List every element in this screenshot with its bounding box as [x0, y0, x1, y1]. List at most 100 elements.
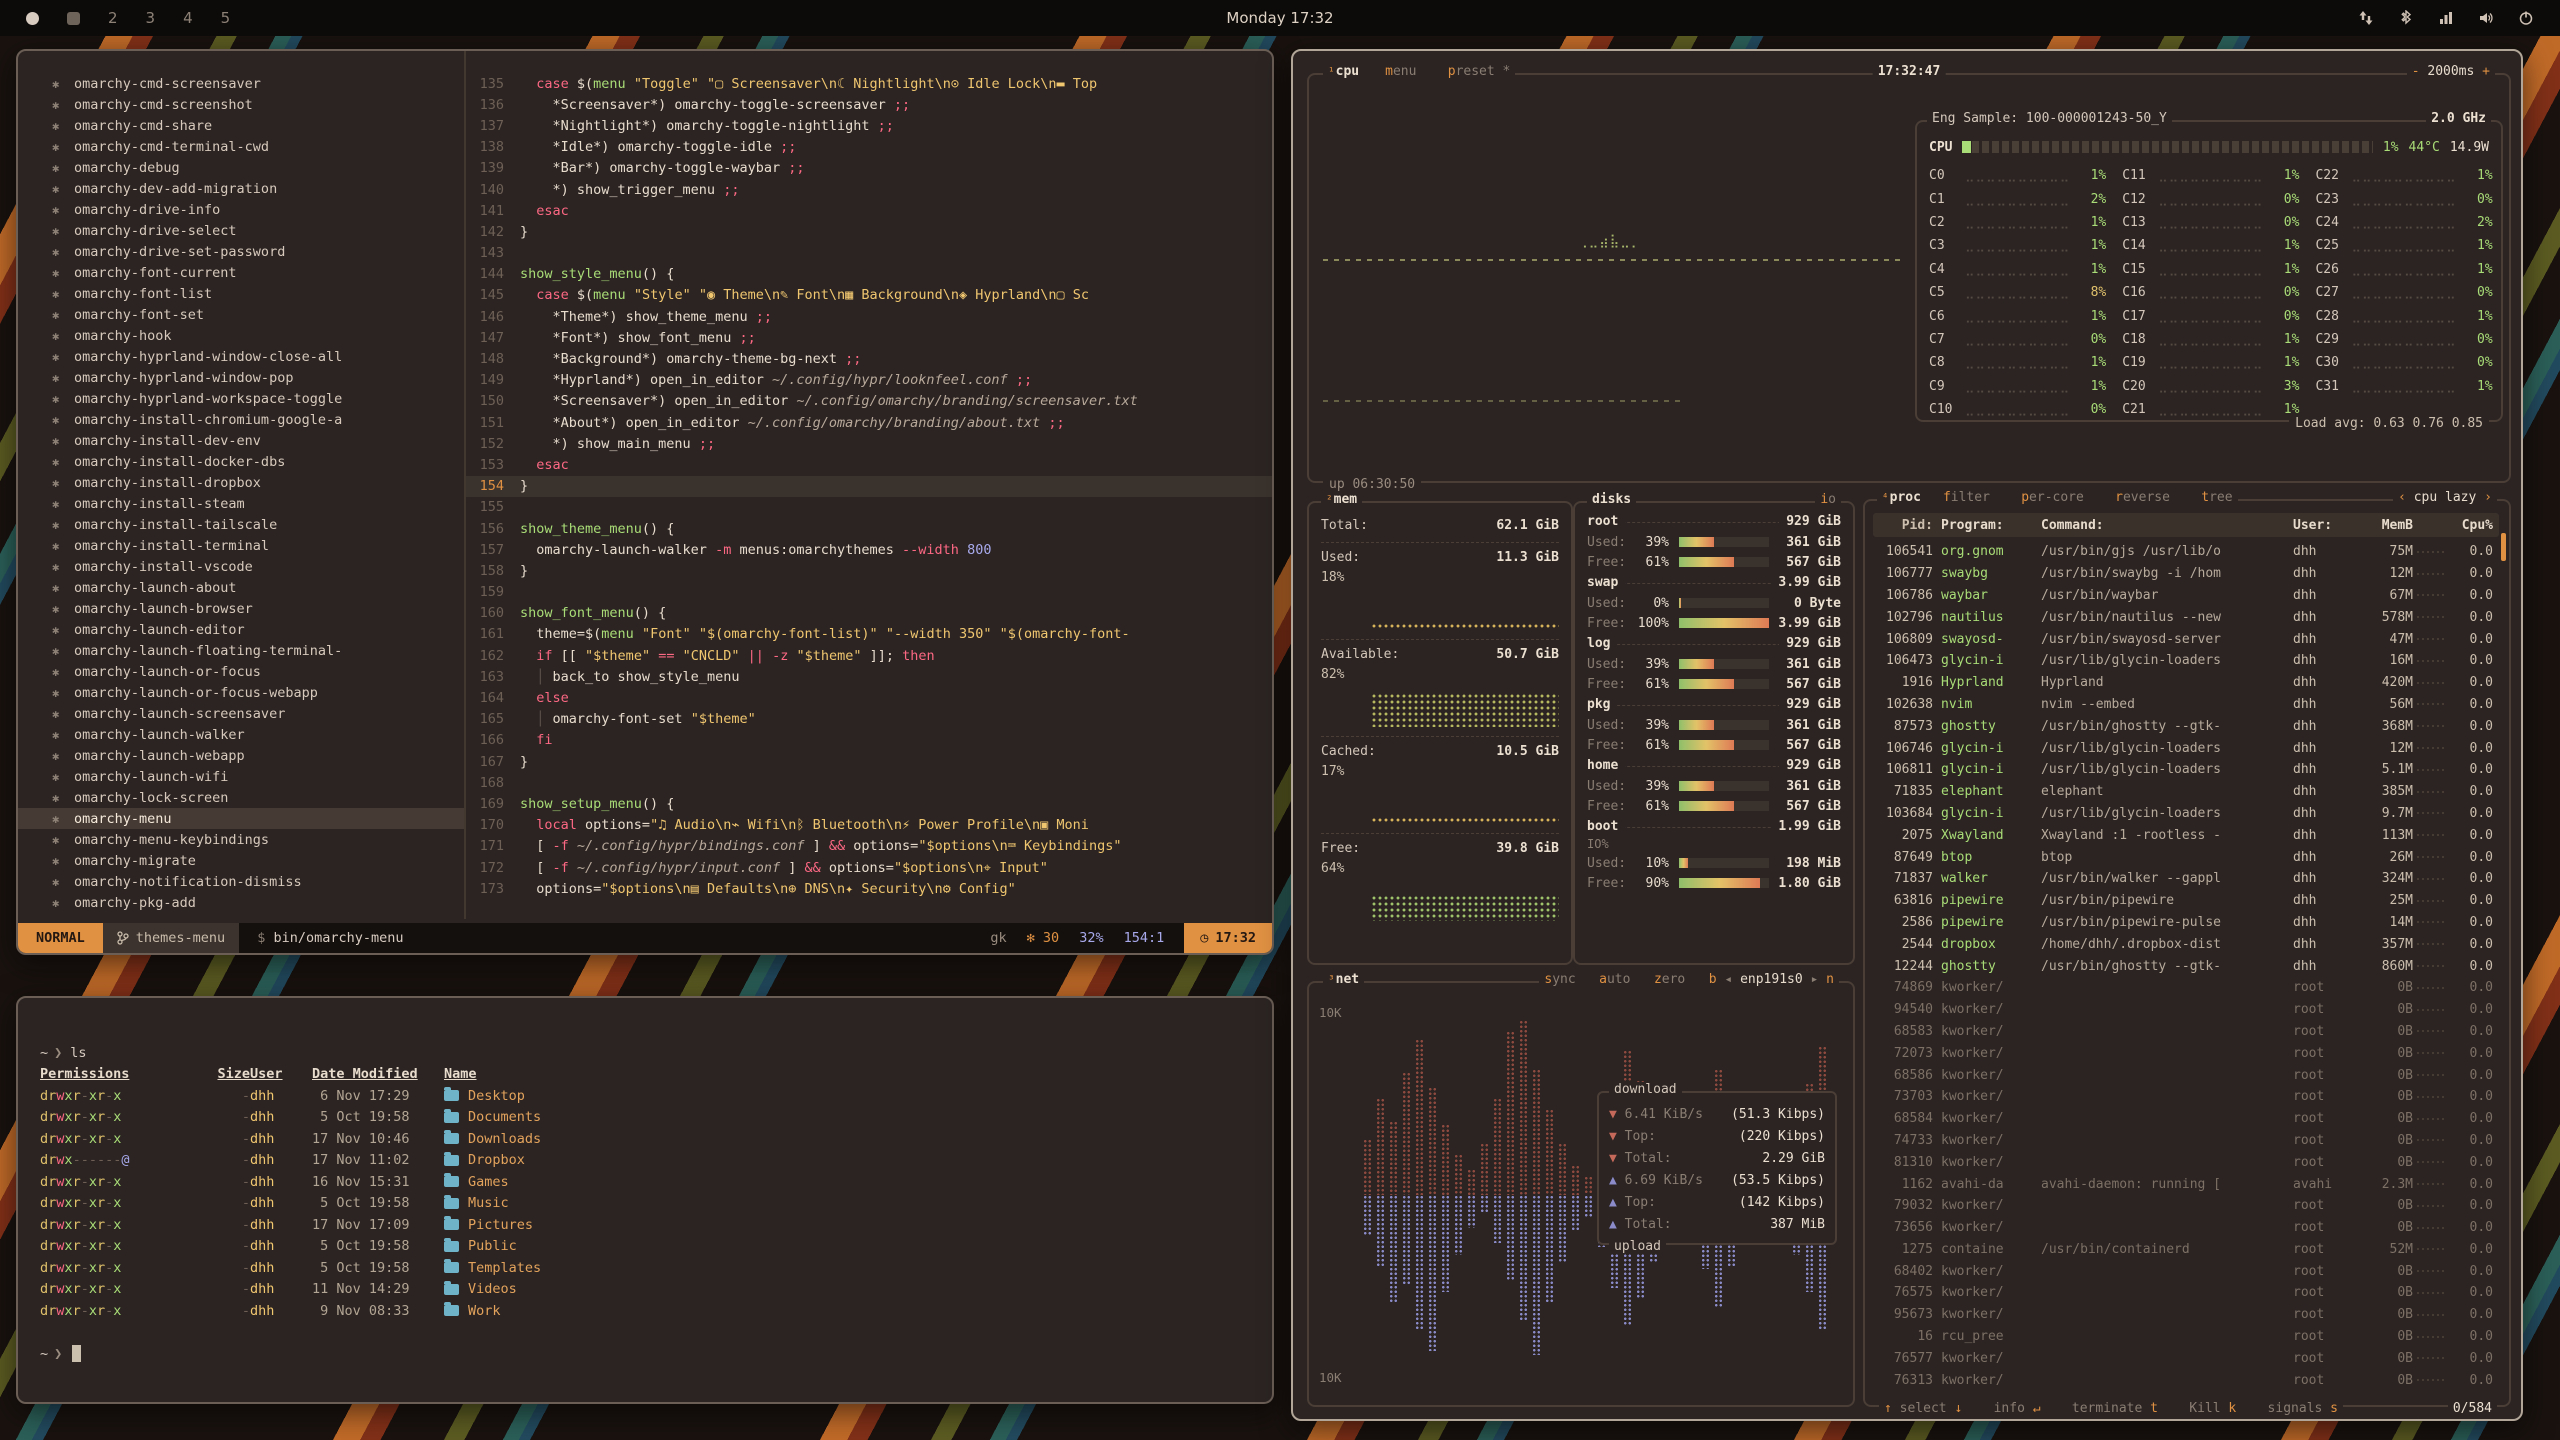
file-item[interactable]: ✱omarchy-debug — [18, 157, 464, 178]
workspace-3[interactable]: 3 — [146, 9, 156, 27]
proc-row[interactable]: 106473glycin-i/usr/lib/glycin-loadersdhh… — [1873, 650, 2499, 672]
file-item[interactable]: ✱omarchy-launch-wifi — [18, 766, 464, 787]
network-arrows-icon[interactable] — [2358, 10, 2374, 26]
net-hints[interactable]: sync auto zero b ◂ enp191s0 ▸ n — [1539, 972, 1839, 987]
proc-row[interactable]: 72073kworker/root0B0.0 — [1873, 1042, 2499, 1064]
proc-row[interactable]: 106777swaybg/usr/bin/swaybg -i /homdhh12… — [1873, 563, 2499, 585]
cpu-menu-hints[interactable]: menu preset * — [1385, 64, 1510, 79]
proc-row[interactable]: 74733kworker/root0B0.0 — [1873, 1130, 2499, 1152]
workspace-occupied-icon[interactable] — [67, 12, 80, 25]
file-item[interactable]: ✱omarchy-notification-dismiss — [18, 871, 464, 892]
file-item[interactable]: ✱omarchy-launch-webapp — [18, 745, 464, 766]
workspace-4[interactable]: 4 — [183, 9, 193, 27]
proc-row[interactable]: 16rcu_preeroot0B0.0 — [1873, 1326, 2499, 1348]
proc-row[interactable]: 73656kworker/root0B0.0 — [1873, 1217, 2499, 1239]
proc-row[interactable]: 1275containe/usr/bin/containerdroot52M0.… — [1873, 1239, 2499, 1261]
file-item[interactable]: ✱omarchy-hyprland-window-close-all — [18, 346, 464, 367]
file-item[interactable]: ✱omarchy-hyprland-workspace-toggle — [18, 388, 464, 409]
proc-row[interactable]: 74869kworker/root0B0.0 — [1873, 977, 2499, 999]
proc-row[interactable]: 81310kworker/root0B0.0 — [1873, 1151, 2499, 1173]
proc-row[interactable]: 1162avahi-daavahi-daemon: running [avahi… — [1873, 1173, 2499, 1195]
proc-row[interactable]: 2544dropbox/home/dhh/.dropbox-distdhh357… — [1873, 933, 2499, 955]
file-item[interactable]: ✱omarchy-font-current — [18, 262, 464, 283]
disks-io-toggle[interactable]: io — [1815, 492, 1841, 507]
workspace-active-icon[interactable] — [26, 12, 39, 25]
file-item[interactable]: ✱omarchy-launch-or-focus-webapp — [18, 682, 464, 703]
file-item[interactable]: ✱omarchy-install-steam — [18, 493, 464, 514]
proc-row[interactable]: 76577kworker/root0B0.0 — [1873, 1347, 2499, 1369]
file-item[interactable]: ✱omarchy-pkg-add — [18, 892, 464, 913]
code-pane[interactable]: 135 case $(menu "Toggle" "▢ Screensaver\… — [466, 51, 1272, 919]
proc-row[interactable]: 79032kworker/root0B0.0 — [1873, 1195, 2499, 1217]
proc-sort-selector[interactable]: ‹ cpu lazy › — [2393, 490, 2497, 505]
proc-row[interactable]: 12244ghostty/usr/bin/ghostty --gtk-dhh86… — [1873, 955, 2499, 977]
proc-row[interactable]: 68584kworker/root0B0.0 — [1873, 1108, 2499, 1130]
proc-row[interactable]: 106786waybar/usr/bin/waybardhh67M0.0 — [1873, 585, 2499, 607]
file-item[interactable]: ✱omarchy-launch-screensaver — [18, 703, 464, 724]
file-item[interactable]: ✱omarchy-launch-or-focus — [18, 661, 464, 682]
file-item[interactable]: ✱omarchy-lock-screen — [18, 787, 464, 808]
proc-row[interactable]: 102796nautilus/usr/bin/nautilus --newdhh… — [1873, 606, 2499, 628]
file-item[interactable]: ✱omarchy-install-tailscale — [18, 514, 464, 535]
file-item[interactable]: ✱omarchy-menu-keybindings — [18, 829, 464, 850]
proc-row[interactable]: 68583kworker/root0B0.0 — [1873, 1021, 2499, 1043]
file-item[interactable]: ✱omarchy-cmd-screenshot — [18, 94, 464, 115]
proc-row[interactable]: 106811glycin-i/usr/lib/glycin-loadersdhh… — [1873, 759, 2499, 781]
proc-row[interactable]: 71835elephantelephantdhh385M0.0 — [1873, 781, 2499, 803]
file-item[interactable]: ✱omarchy-drive-select — [18, 220, 464, 241]
proc-row[interactable]: 68586kworker/root0B0.0 — [1873, 1064, 2499, 1086]
file-item[interactable]: ✱omarchy-menu — [18, 808, 464, 829]
proc-row[interactable]: 2586pipewire/usr/bin/pipewire-pulsedhh14… — [1873, 912, 2499, 934]
terminal-prompt-line-2[interactable]: ~ ❯ — [40, 1343, 1252, 1365]
proc-row[interactable]: 76575kworker/root0B0.0 — [1873, 1282, 2499, 1304]
proc-row[interactable]: 102638nvimnvim --embeddhh56M0.0 — [1873, 694, 2499, 716]
proc-option-hints[interactable]: filter per-core reverse tree — [1943, 490, 2233, 505]
file-item[interactable]: ✱omarchy-install-dev-env — [18, 430, 464, 451]
proc-footer-keys[interactable]: ↑ select ↓ info ↵ terminate t Kill k sig… — [1879, 1401, 2343, 1416]
proc-row[interactable]: 87573ghostty/usr/bin/ghostty --gtk-dhh36… — [1873, 715, 2499, 737]
usage-bars-icon[interactable] — [2438, 10, 2454, 26]
proc-row[interactable]: 71837walker/usr/bin/walker --gappldhh324… — [1873, 868, 2499, 890]
proc-row[interactable]: 76313kworker/root0B0.0 — [1873, 1369, 2499, 1391]
file-item[interactable]: ✱omarchy-launch-browser — [18, 598, 464, 619]
proc-row[interactable]: 63816pipewire/usr/bin/pipewiredhh25M0.0 — [1873, 890, 2499, 912]
proc-row[interactable]: 68402kworker/root0B0.0 — [1873, 1260, 2499, 1282]
proc-row[interactable]: 2075XwaylandXwayland :1 -rootless -dhh11… — [1873, 824, 2499, 846]
file-item[interactable]: ✱omarchy-hook — [18, 325, 464, 346]
proc-column-headers[interactable]: Pid:Program:Command:User:MemBCpu% — [1873, 513, 2499, 537]
file-item[interactable]: ✱omarchy-install-terminal — [18, 535, 464, 556]
proc-row[interactable]: 106746glycin-i/usr/lib/glycin-loadersdhh… — [1873, 737, 2499, 759]
proc-row[interactable]: 94540kworker/root0B0.0 — [1873, 999, 2499, 1021]
file-item[interactable]: ✱omarchy-launch-editor — [18, 619, 464, 640]
proc-scrollbar-thumb[interactable] — [2501, 533, 2506, 561]
file-item[interactable]: ✱omarchy-drive-info — [18, 199, 464, 220]
workspace-5[interactable]: 5 — [221, 9, 231, 27]
file-item[interactable]: ✱omarchy-font-list — [18, 283, 464, 304]
file-item[interactable]: ✱omarchy-launch-walker — [18, 724, 464, 745]
proc-row[interactable]: 87649btopbtopdhh26M0.0 — [1873, 846, 2499, 868]
file-item[interactable]: ✱omarchy-dev-add-migration — [18, 178, 464, 199]
file-item[interactable]: ✱omarchy-launch-about — [18, 577, 464, 598]
file-item[interactable]: ✱omarchy-install-chromium-google-a — [18, 409, 464, 430]
file-item[interactable]: ✱omarchy-launch-floating-terminal- — [18, 640, 464, 661]
file-item[interactable]: ✱omarchy-font-set — [18, 304, 464, 325]
proc-row[interactable]: 103684glycin-i/usr/lib/glycin-loadersdhh… — [1873, 803, 2499, 825]
file-item[interactable]: ✱omarchy-cmd-terminal-cwd — [18, 136, 464, 157]
file-item[interactable]: ✱omarchy-install-docker-dbs — [18, 451, 464, 472]
proc-row[interactable]: 73703kworker/root0B0.0 — [1873, 1086, 2499, 1108]
bluetooth-icon[interactable] — [2398, 10, 2414, 26]
file-item[interactable]: ✱omarchy-migrate — [18, 850, 464, 871]
file-item[interactable]: ✱omarchy-cmd-screensaver — [18, 73, 464, 94]
file-item[interactable]: ✱omarchy-hyprland-window-pop — [18, 367, 464, 388]
file-item[interactable]: ✱omarchy-drive-set-password — [18, 241, 464, 262]
proc-row[interactable]: 106541org.gnom/usr/bin/gjs /usr/lib/odhh… — [1873, 541, 2499, 563]
proc-row[interactable]: 106809swayosd-/usr/bin/swayosd-serverdhh… — [1873, 628, 2499, 650]
proc-row[interactable]: 1916HyprlandHyprlanddhh420M0.0 — [1873, 672, 2499, 694]
workspace-2[interactable]: 2 — [108, 9, 118, 27]
volume-icon[interactable] — [2478, 10, 2494, 26]
file-item[interactable]: ✱omarchy-cmd-share — [18, 115, 464, 136]
file-item[interactable]: ✱omarchy-install-vscode — [18, 556, 464, 577]
terminal-body[interactable]: ~ ❯ ls PermissionsSizeUserDate ModifiedN… — [18, 998, 1272, 1402]
refresh-interval[interactable]: - 2000ms + — [2407, 64, 2495, 79]
file-item[interactable]: ✱omarchy-install-dropbox — [18, 472, 464, 493]
